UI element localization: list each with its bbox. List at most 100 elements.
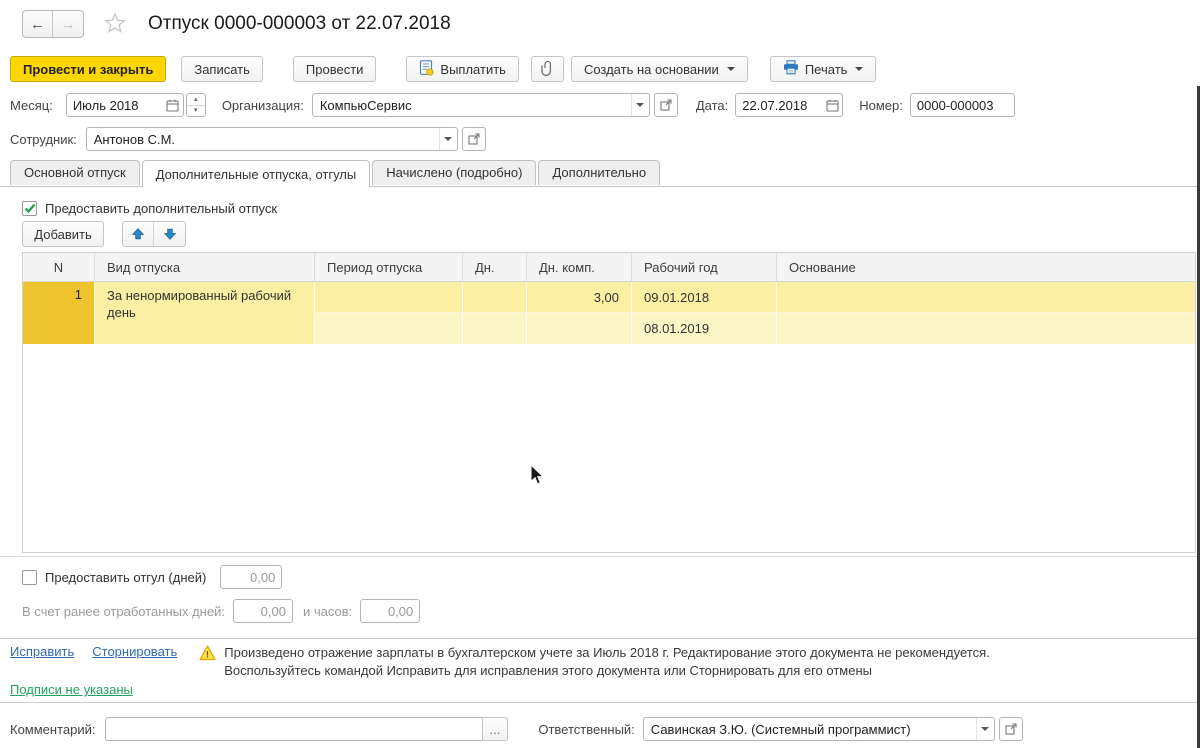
move-up-button[interactable] — [123, 222, 154, 246]
spin-down-icon[interactable]: ▾ — [187, 106, 205, 117]
cell-days-comp-2[interactable] — [527, 313, 632, 344]
column-header-n: N — [23, 253, 95, 281]
dropdown-arrow-icon[interactable] — [438, 128, 457, 150]
grant-time-off-checkbox[interactable] — [22, 569, 37, 585]
cell-work-year-end[interactable]: 08.01.2019 — [632, 313, 777, 344]
move-buttons — [122, 221, 186, 247]
chevron-down-icon — [855, 67, 864, 71]
tab-additional[interactable]: Дополнительно — [538, 160, 661, 185]
grant-time-off-label: Предоставить отгул (дней) — [45, 569, 207, 585]
notice-line2: Воспользуйтесь командой Исправить для ис… — [224, 663, 872, 678]
open-icon — [468, 133, 480, 145]
comment-more-button[interactable]: ... — [481, 717, 509, 741]
calendar-icon[interactable] — [822, 94, 842, 116]
organization-combo[interactable]: КомпьюСервис — [311, 93, 650, 117]
dropdown-arrow-icon[interactable] — [975, 718, 994, 740]
back-button[interactable]: ← — [23, 11, 53, 37]
employee-open-button[interactable] — [461, 127, 486, 151]
attachments-button[interactable] — [530, 56, 564, 82]
responsible-open-button[interactable] — [998, 717, 1023, 741]
forward-icon: → — [60, 15, 76, 33]
move-down-button[interactable] — [154, 222, 185, 246]
history-nav: ← → — [22, 10, 84, 38]
calendar-icon[interactable] — [163, 94, 183, 116]
chevron-down-icon — [726, 67, 735, 71]
column-header-type: Вид отпуска — [95, 253, 315, 281]
cell-vacation-type[interactable]: За ненормированный рабочий день — [95, 282, 315, 344]
grant-additional-vacation-checkbox[interactable] — [22, 200, 37, 216]
reverse-link[interactable]: Сторнировать — [92, 644, 177, 659]
tab-additional-vacations[interactable]: Дополнительные отпуска, отгулы — [141, 160, 371, 187]
hours-input[interactable] — [360, 599, 421, 623]
tab-accrued-details[interactable]: Начислено (подробно) — [372, 160, 537, 185]
printer-icon — [783, 60, 799, 78]
month-field[interactable] — [65, 93, 184, 117]
forward-button[interactable]: → — [53, 11, 83, 37]
post-button[interactable]: Провести — [292, 56, 377, 82]
pay-button-label: Выплатить — [440, 61, 506, 77]
print-button[interactable]: Печать — [769, 56, 877, 82]
pay-document-icon — [419, 59, 434, 79]
table-header: N Вид отпуска Период отпуска Дн. Дн. ком… — [23, 253, 1195, 282]
fix-link[interactable]: Исправить — [10, 644, 74, 659]
signatures-link[interactable]: Подписи не указаны — [10, 682, 133, 697]
pay-button[interactable]: Выплатить — [406, 56, 519, 82]
open-icon — [660, 99, 672, 111]
earned-days-label: В счет ранее отработанных дней: — [22, 603, 225, 619]
title-bar: ← → Отпуск 0000-000003 от 22.07.2018 — [22, 10, 451, 38]
open-icon — [1005, 723, 1017, 735]
create-based-on-button[interactable]: Создать на основании — [570, 56, 748, 82]
cell-days-comp[interactable]: 3,00 — [527, 282, 632, 313]
cell-row-number[interactable]: 1 — [23, 282, 95, 344]
date-input[interactable] — [736, 95, 823, 115]
column-header-days: Дн. — [463, 253, 527, 281]
separator — [0, 702, 1200, 703]
paperclip-icon — [540, 60, 555, 79]
time-off-days-input[interactable] — [220, 565, 283, 589]
cell-days-2[interactable] — [463, 313, 527, 344]
number-label: Номер: — [859, 97, 903, 113]
notice-line1: Произведено отражение зарплаты в бухгалт… — [224, 645, 990, 660]
date-label: Дата: — [695, 97, 729, 113]
tab-strip: Основной отпуск Дополнительные отпуска, … — [0, 160, 1200, 187]
write-button[interactable]: Записать — [181, 56, 263, 82]
organization-value: КомпьюСервис — [319, 97, 412, 113]
toolbar: Провести и закрыть Записать Провести Вып… — [10, 56, 877, 82]
cell-basis[interactable] — [777, 282, 1195, 313]
cell-basis-2[interactable] — [777, 313, 1195, 344]
earned-days-input[interactable] — [232, 599, 293, 623]
responsible-combo[interactable]: Савинская З.Ю. (Системный программист) — [642, 717, 995, 741]
separator — [0, 556, 1200, 557]
checkmark-icon — [24, 203, 35, 213]
responsible-label: Ответственный: — [538, 721, 635, 737]
document-window: ← → Отпуск 0000-000003 от 22.07.2018 Про… — [0, 0, 1200, 748]
organization-label: Организация: — [221, 97, 304, 113]
dropdown-arrow-icon[interactable] — [630, 94, 649, 116]
tab-main-vacation[interactable]: Основной отпуск — [10, 160, 140, 185]
table-command-bar: Добавить — [22, 221, 186, 247]
cell-period-start[interactable] — [315, 282, 463, 313]
organization-open-button[interactable] — [653, 93, 678, 117]
notice-area: Исправить Сторнировать ! Произведено отр… — [10, 644, 990, 680]
cell-period-end[interactable] — [315, 313, 463, 344]
column-header-work-year: Рабочий год — [632, 253, 777, 281]
print-button-label: Печать — [804, 61, 848, 77]
favorite-star-icon[interactable] — [103, 11, 127, 37]
number-input[interactable] — [909, 93, 1015, 117]
add-row-button[interactable]: Добавить — [22, 221, 104, 247]
page-title: Отпуск 0000-000003 от 22.07.2018 — [148, 13, 451, 34]
spin-up-icon[interactable]: ▴ — [186, 94, 205, 106]
employee-combo[interactable]: Антонов С.М. — [85, 127, 458, 151]
header-fields-row2: Сотрудник: Антонов С.М. — [10, 126, 486, 152]
date-field[interactable] — [735, 93, 844, 117]
month-label: Месяц: — [10, 97, 53, 113]
post-and-close-button[interactable]: Провести и закрыть — [10, 56, 167, 82]
cell-days[interactable] — [463, 282, 527, 313]
employee-label: Сотрудник: — [10, 131, 77, 147]
earned-time-row: В счет ранее отработанных дней: и часов: — [22, 598, 421, 624]
grant-additional-vacation-row: Предоставить дополнительный отпуск — [22, 199, 277, 217]
cell-work-year-start[interactable]: 09.01.2018 — [632, 282, 777, 313]
comment-input[interactable] — [104, 717, 483, 741]
mouse-cursor — [527, 463, 547, 489]
month-input[interactable] — [66, 95, 163, 115]
